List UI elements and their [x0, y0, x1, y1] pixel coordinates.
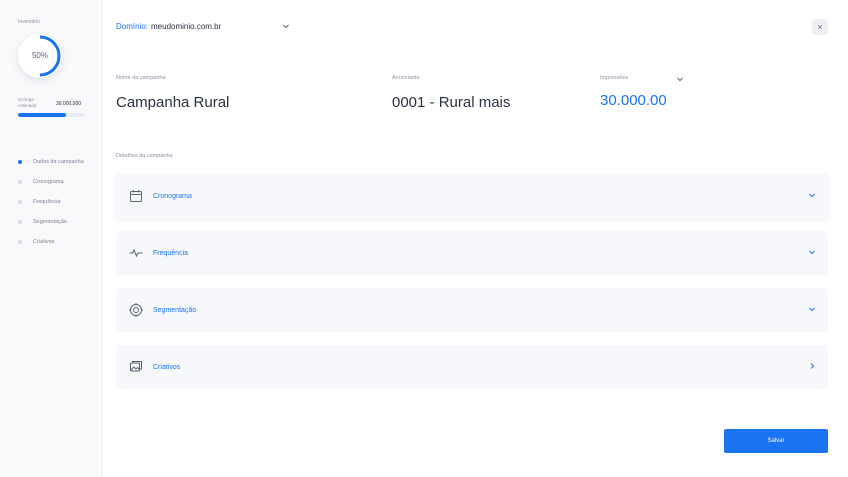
step-list: Dados da campanha Cronograma Frequência …: [18, 152, 84, 252]
sidebar: Inventário 50% Entrega estimada 30.000.0…: [0, 0, 103, 477]
images-icon: [129, 360, 143, 374]
impressions-value: 30.000.00: [600, 92, 667, 109]
chevron-down-icon: [808, 305, 816, 315]
advertiser-label: Anunciante: [392, 75, 420, 81]
chevron-right-icon: [808, 362, 816, 372]
step-label: Frequência: [33, 199, 61, 205]
chevron-down-icon[interactable]: [676, 75, 684, 85]
gauge-percent: 50%: [31, 51, 48, 60]
save-button[interactable]: Salvar: [724, 429, 828, 453]
domain-value: meudominio.com.br: [151, 22, 222, 31]
inventory-label: Inventário: [18, 19, 40, 25]
step-frequencia[interactable]: Frequência: [18, 192, 84, 212]
target-icon: [129, 303, 143, 317]
impressions-label: Impressões: [600, 75, 629, 81]
step-cronograma[interactable]: Cronograma: [18, 172, 84, 192]
delivery-progress-fill: [18, 113, 66, 117]
step-dados-da-campanha[interactable]: Dados da campanha: [18, 152, 84, 172]
close-button[interactable]: ×: [812, 19, 828, 35]
chevron-down-icon: [808, 248, 816, 258]
step-label: Cronograma: [33, 179, 64, 185]
delivery-label: Entrega estimada: [18, 97, 37, 108]
domain-selector[interactable]: Domínio: meudominio.com.br: [116, 22, 221, 31]
advertiser-value: 0001 - Rural mais: [392, 94, 511, 111]
step-dot: [18, 180, 22, 184]
accordion-title: Cronograma: [153, 192, 192, 200]
campaign-name-value: Campanha Rural: [116, 94, 230, 111]
step-dot: [18, 220, 22, 224]
details-section-label: Detalhes da campanha: [116, 153, 173, 159]
step-label: Criativos: [33, 239, 55, 245]
domain-label: Domínio:: [116, 22, 149, 31]
campaign-name-label: Nome da campanha: [116, 75, 166, 81]
accordion-title: Frequência: [153, 249, 189, 257]
accordion-frequencia[interactable]: Frequência: [116, 231, 828, 275]
calendar-icon: [129, 189, 143, 203]
step-dot: [18, 200, 22, 204]
accordion-segmentacao[interactable]: Segmentação: [116, 288, 828, 332]
inventory-gauge: 50%: [18, 34, 62, 78]
accordion-criativos[interactable]: Criativos: [116, 345, 828, 389]
accordion-title: Criativos: [153, 363, 181, 371]
pulse-icon: [129, 246, 143, 260]
accordion-title: Segmentação: [153, 306, 197, 314]
step-criativos[interactable]: Criativos: [18, 232, 84, 252]
delivery-value: 30.000.000: [56, 101, 82, 107]
step-label: Segmentação: [33, 219, 67, 225]
chevron-down-icon: [808, 191, 816, 201]
step-dot: [18, 160, 22, 164]
step-segmentacao[interactable]: Segmentação: [18, 212, 84, 232]
step-dot: [18, 240, 22, 244]
accordion-cronograma[interactable]: Cronograma: [116, 174, 828, 218]
step-label: Dados da campanha: [33, 159, 84, 165]
chevron-down-icon[interactable]: [282, 22, 290, 32]
delivery-progress: [18, 113, 84, 117]
